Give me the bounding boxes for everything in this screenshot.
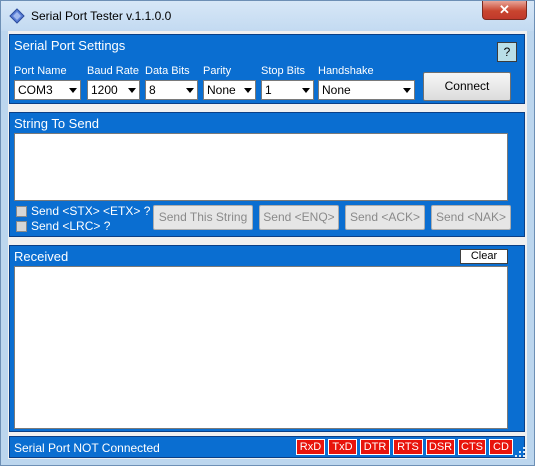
chevron-down-icon (302, 88, 310, 93)
send-panel: String To Send Send <STX> <ETX> ? Send <… (9, 112, 525, 237)
chevron-down-icon (128, 88, 136, 93)
received-panel-title: Received (14, 249, 69, 264)
received-panel: Received Clear (9, 245, 525, 432)
dtr-indicator: DTR (360, 439, 390, 455)
window-title: Serial Port Tester v.1.1.0.0 (31, 9, 172, 23)
stop-bits-value: 1 (265, 83, 272, 97)
handshake-select[interactable]: None (318, 80, 415, 100)
rts-indicator: RTS (393, 439, 423, 455)
stop-bits-select[interactable]: 1 (261, 80, 314, 100)
app-window: Serial Port Tester v.1.1.0.0 ✕ Serial Po… (0, 0, 535, 466)
data-bits-value: 8 (149, 83, 156, 97)
resize-grip-icon[interactable] (514, 446, 526, 458)
baud-rate-select[interactable]: 1200 (87, 80, 140, 100)
chevron-down-icon (244, 88, 252, 93)
chevron-down-icon (69, 88, 77, 93)
port-name-value: COM3 (18, 83, 53, 97)
parity-label: Parity (203, 65, 232, 77)
send-nak-button[interactable]: Send <NAK> (431, 205, 511, 230)
close-button[interactable]: ✕ (482, 1, 527, 20)
cts-indicator: CTS (458, 439, 486, 455)
connect-button[interactable]: Connect (423, 72, 511, 101)
handshake-value: None (322, 83, 351, 97)
dsr-indicator: DSR (426, 439, 455, 455)
chevron-down-icon (403, 88, 411, 93)
help-button[interactable]: ? (497, 42, 517, 62)
settings-panel-title: Serial Port Settings (14, 38, 126, 53)
rxd-indicator: RxD (296, 439, 325, 455)
data-bits-label: Data Bits (145, 65, 190, 77)
lrc-checkbox[interactable] (16, 221, 27, 232)
stop-bits-label: Stop Bits (261, 65, 306, 77)
baud-rate-label: Baud Rate (87, 65, 139, 77)
stx-etx-checkbox[interactable] (16, 206, 27, 217)
title-bar[interactable]: Serial Port Tester v.1.1.0.0 ✕ (1, 1, 534, 31)
parity-select[interactable]: None (203, 80, 256, 100)
send-enq-button[interactable]: Send <ENQ> (259, 205, 339, 230)
send-string-button[interactable]: Send This String (153, 205, 253, 230)
connection-status: Serial Port NOT Connected (14, 441, 160, 455)
txd-indicator: TxD (328, 439, 357, 455)
close-icon: ✕ (499, 2, 510, 17)
data-bits-select[interactable]: 8 (145, 80, 198, 100)
send-ack-button[interactable]: Send <ACK> (345, 205, 425, 230)
cd-indicator: CD (489, 439, 513, 455)
received-output[interactable] (14, 266, 508, 429)
baud-rate-value: 1200 (91, 83, 118, 97)
client-area: Serial Port Settings ? Port Name Baud Ra… (8, 31, 527, 459)
status-bar: Serial Port NOT Connected RxD TxD DTR RT… (9, 436, 525, 458)
parity-value: None (207, 83, 236, 97)
settings-panel: Serial Port Settings ? Port Name Baud Ra… (9, 34, 525, 104)
port-name-label: Port Name (14, 65, 67, 77)
app-icon (9, 8, 25, 24)
stx-etx-label: Send <STX> <ETX> ? (31, 204, 151, 218)
chevron-down-icon (186, 88, 194, 93)
send-string-input[interactable] (14, 133, 508, 201)
clear-button[interactable]: Clear (460, 249, 508, 264)
port-name-select[interactable]: COM3 (14, 80, 81, 100)
send-panel-title: String To Send (14, 116, 100, 131)
lrc-label: Send <LRC> ? (31, 219, 111, 233)
handshake-label: Handshake (318, 65, 374, 77)
